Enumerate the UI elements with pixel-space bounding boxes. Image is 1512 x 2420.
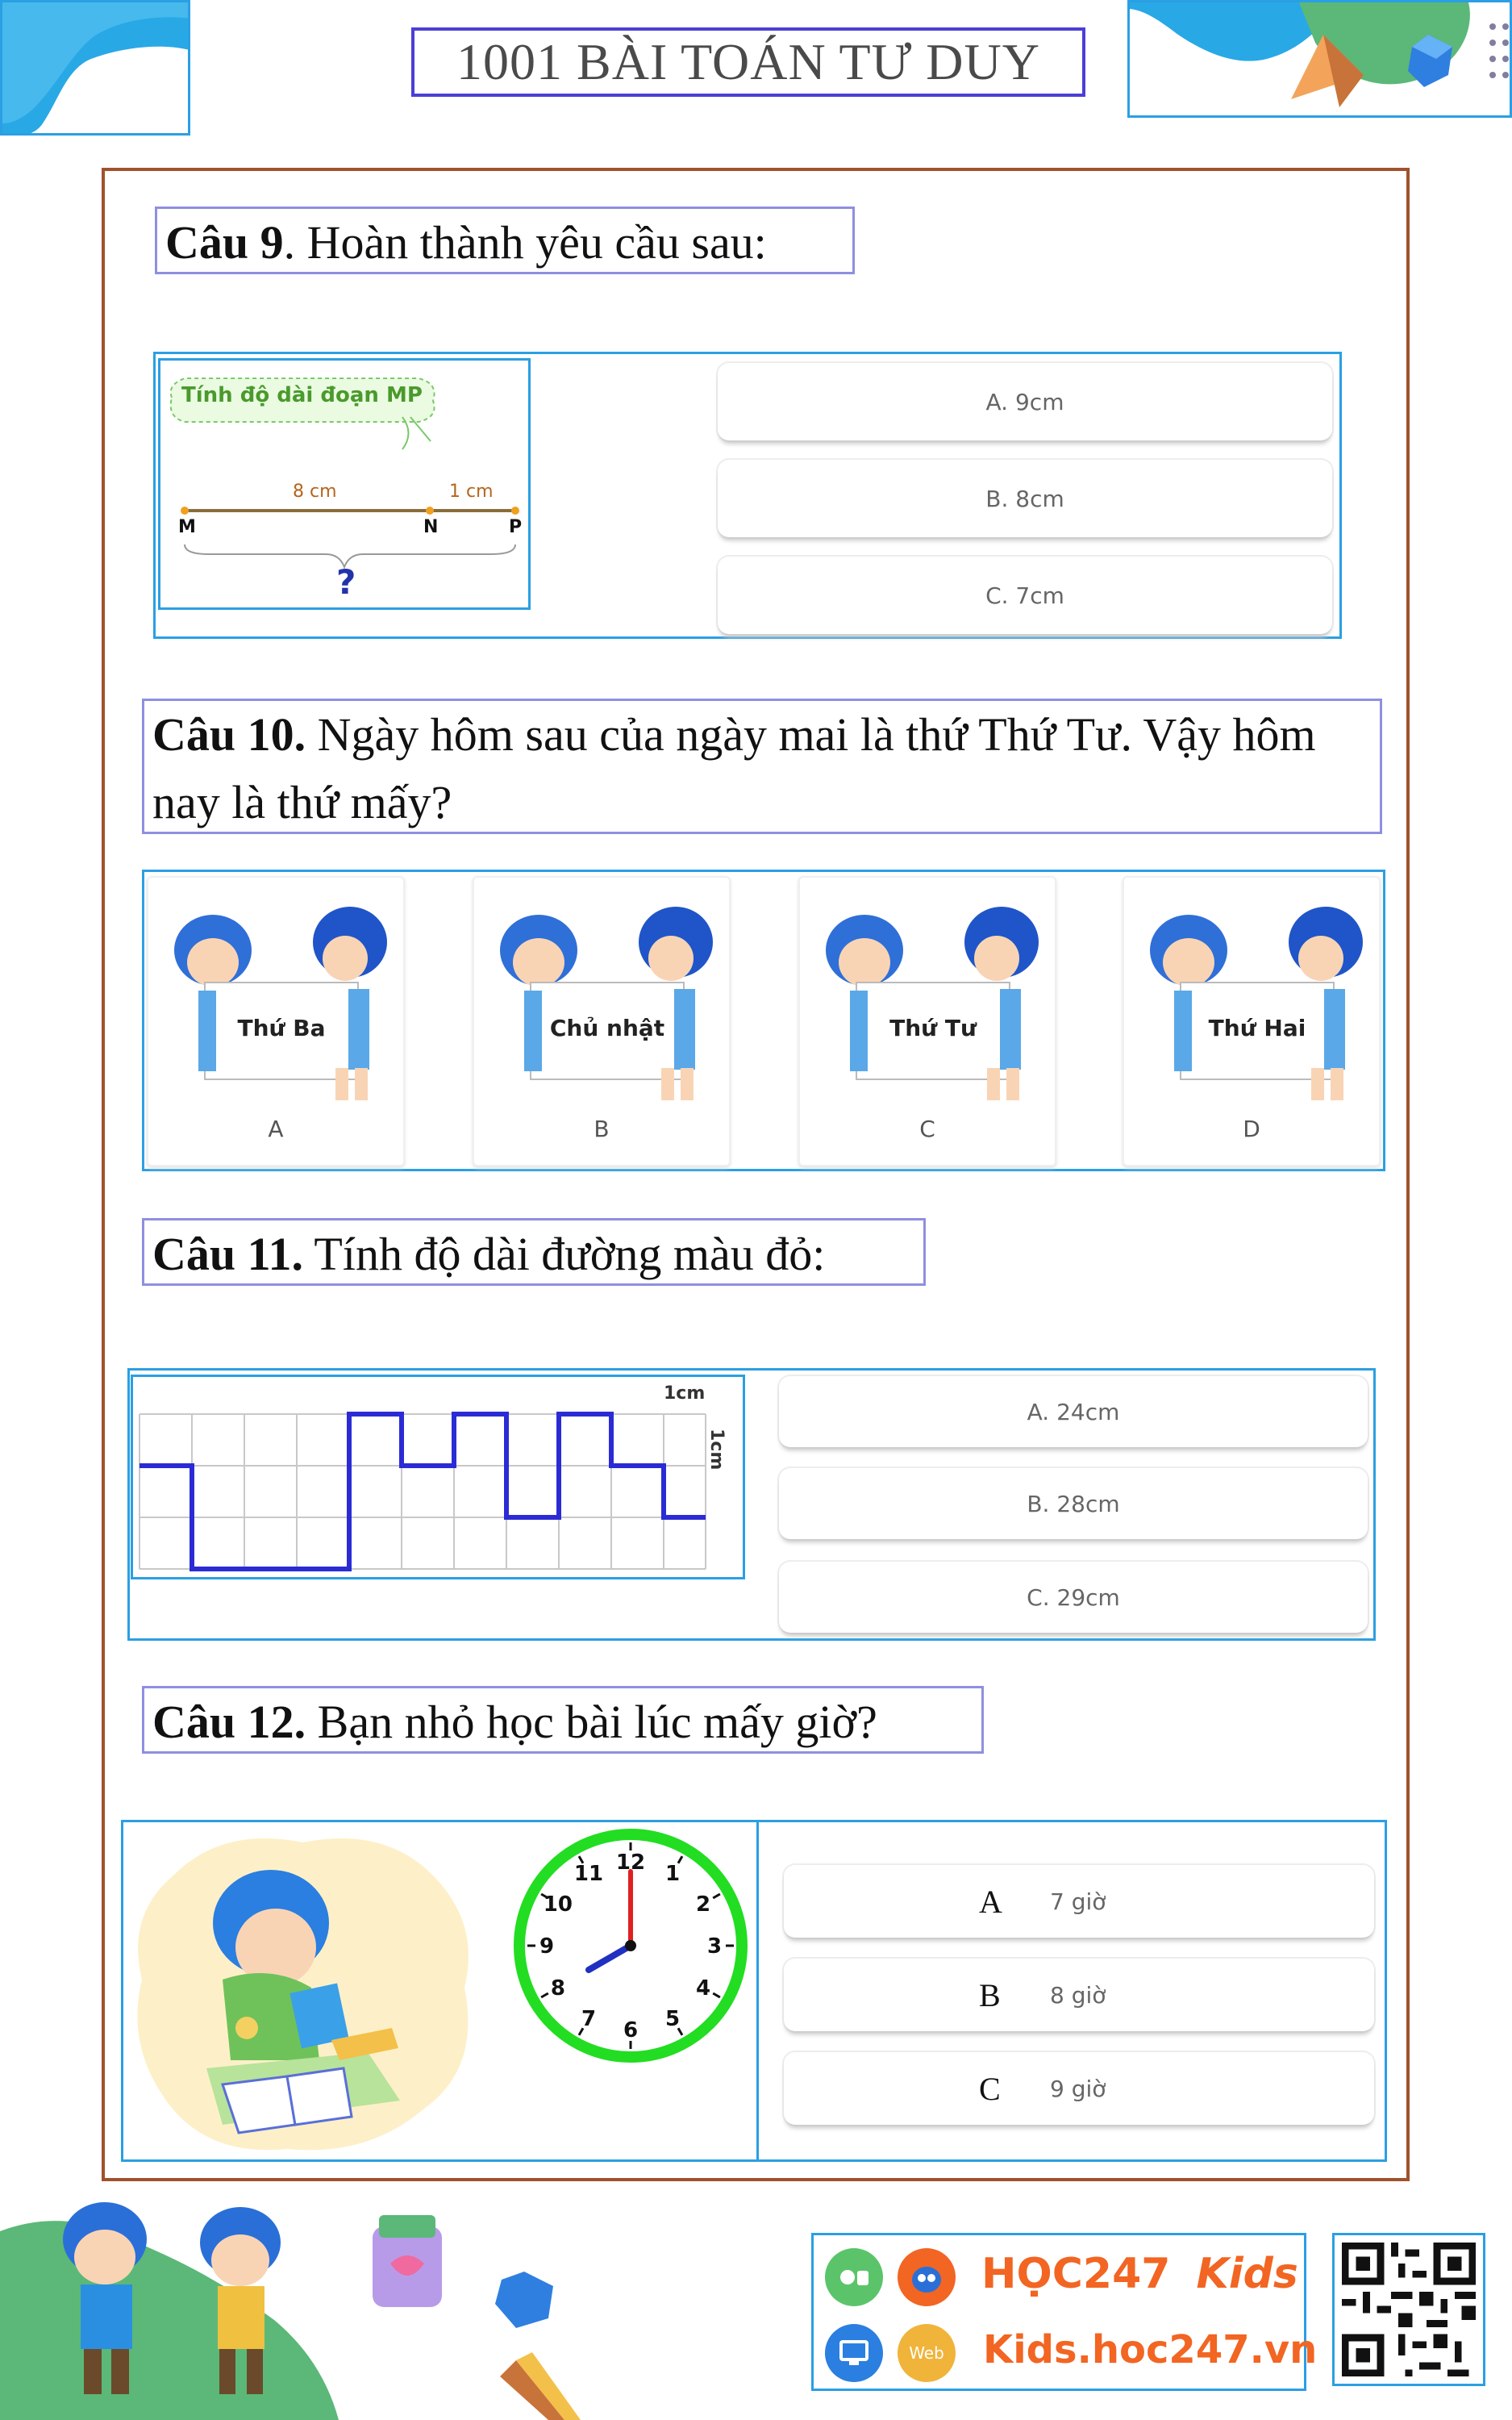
question-12-number: Câu 12. [152,1696,306,1748]
q12-option-c-letter: C [979,2070,1001,2107]
desktop-icon[interactable] [825,2324,883,2382]
question-12-text: Bạn nhỏ học bài lúc mấy giờ? [306,1696,877,1748]
question-10-title: Câu 10. Ngày hôm sau của ngày mai là thứ… [142,699,1382,834]
card-d-sign: Thứ Hai [1208,1015,1306,1041]
web-badge[interactable]: Web [898,2324,956,2382]
question-mark: ? [336,562,356,602]
question-9-text: . Hoàn thành yêu cầu sau: [283,216,767,269]
point-p: P [509,517,523,537]
q11-option-b[interactable]: B. 28cm [779,1468,1368,1539]
question-10-text: Ngày hôm sau của ngày mai là thứ Thứ Tư.… [152,708,1316,828]
clock-number-11: 11 [574,1862,603,1886]
clock-number-6: 6 [623,2018,638,2042]
brand-kids-text: Kids [1196,2250,1298,2298]
grid-figure: 1cm 1cm [131,1375,745,1579]
clock-number-12: 12 [616,1850,645,1875]
brand-logo: HỌC247 Kids [981,2250,1298,2298]
question-11-text: Tính độ dài đường màu đỏ: [302,1228,826,1280]
site-url[interactable]: Kids.hoc247.vn [983,2327,1317,2372]
clock-number-3: 3 [707,1934,722,1959]
q12-option-a-text: 7 giờ [1050,1888,1106,1915]
card-b-letter: B [594,1116,610,1142]
clock-number-5: 5 [665,2007,680,2031]
page-title: 1001 BÀI TOÁN TƯ DUY [411,27,1085,97]
footer-kids-illustration [0,2191,581,2420]
question-11-number: Câu 11. [152,1228,303,1280]
card-a-sign: Thứ Ba [237,1015,326,1041]
question-12-title: Câu 12. Bạn nhỏ học bài lúc mấy giờ? [142,1686,984,1754]
point-n: N [423,517,439,537]
card-a-letter: A [268,1116,284,1142]
clock-number-9: 9 [539,1934,554,1959]
web-label: Web [909,2343,944,2363]
segment-figure: Tính độ dài đoạn MP 8 cm 1 cm M N P ? [158,358,531,610]
header-decoration-left [0,0,190,136]
q12-option-c[interactable]: C 9 giờ [784,2052,1374,2125]
clock-number-8: 8 [551,1976,565,2001]
q12-option-b[interactable]: B 8 giờ [784,1959,1374,2031]
answer-card-d[interactable]: Thứ Hai D [1123,876,1381,1166]
answer-card-c[interactable]: Thứ Tư C [798,876,1056,1166]
page-title-text: 1001 BÀI TOÁN TƯ DUY [456,33,1040,90]
question-10-number: Câu 10. [152,708,306,761]
qr-code [1332,2233,1485,2386]
card-d-letter: D [1243,1116,1260,1142]
answer-card-b[interactable]: Chủ nhật B [473,876,731,1166]
segment-label-8cm: 8 cm [293,482,337,502]
card-c-sign: Thứ Tư [889,1015,977,1041]
q12-option-a-letter: A [979,1883,1002,1920]
clock-number-4: 4 [696,1976,710,2001]
answer-card-a[interactable]: Thứ Ba A [147,876,405,1166]
q11-option-a[interactable]: A. 24cm [779,1376,1368,1447]
analog-clock: 12 1 2 3 4 5 6 7 8 9 10 11 [510,1825,752,2067]
banner-text: Tính độ dài đoạn MP [181,383,423,407]
clock-number-1: 1 [665,1862,680,1886]
brand-panel: Web HỌC247 Kids Kids.hoc247.vn [811,2233,1317,2391]
clock-number-2: 2 [696,1892,710,1917]
q9-option-a[interactable]: A. 9cm [718,363,1332,440]
question-9-title: Câu 9. Hoàn thành yêu cầu sau: [155,207,855,274]
segment-label-1cm: 1 cm [449,482,494,502]
q9-option-b[interactable]: B. 8cm [718,460,1332,537]
question-11-title: Câu 11. Tính độ dài đường màu đỏ: [142,1218,926,1286]
question-9-number: Câu 9 [165,216,284,269]
child-studying-illustration [126,1826,481,2157]
card-c-letter: C [919,1116,935,1142]
apple-android-icon[interactable] [825,2248,883,2306]
q12-option-b-text: 8 giờ [1050,1981,1106,2009]
point-m: M [178,517,196,537]
q11-option-c[interactable]: C. 29cm [779,1562,1368,1633]
mascot-icon [898,2248,956,2306]
q12-divider [756,1820,759,2162]
card-b-sign: Chủ nhật [549,1015,665,1041]
header-decoration-right [1127,0,1512,118]
unit-label-vertical: 1cm [706,1429,727,1471]
q12-option-a[interactable]: A 7 giờ [784,1865,1374,1938]
q12-option-b-letter: B [979,1976,1001,2013]
brand-top-text: HỌC247 [981,2250,1171,2298]
clock-number-7: 7 [581,2007,596,2031]
unit-label-horizontal: 1cm [664,1383,706,1404]
q12-option-c-text: 9 giờ [1050,2075,1106,2102]
clock-number-10: 10 [544,1892,573,1917]
q9-option-c[interactable]: C. 7cm [718,557,1332,634]
